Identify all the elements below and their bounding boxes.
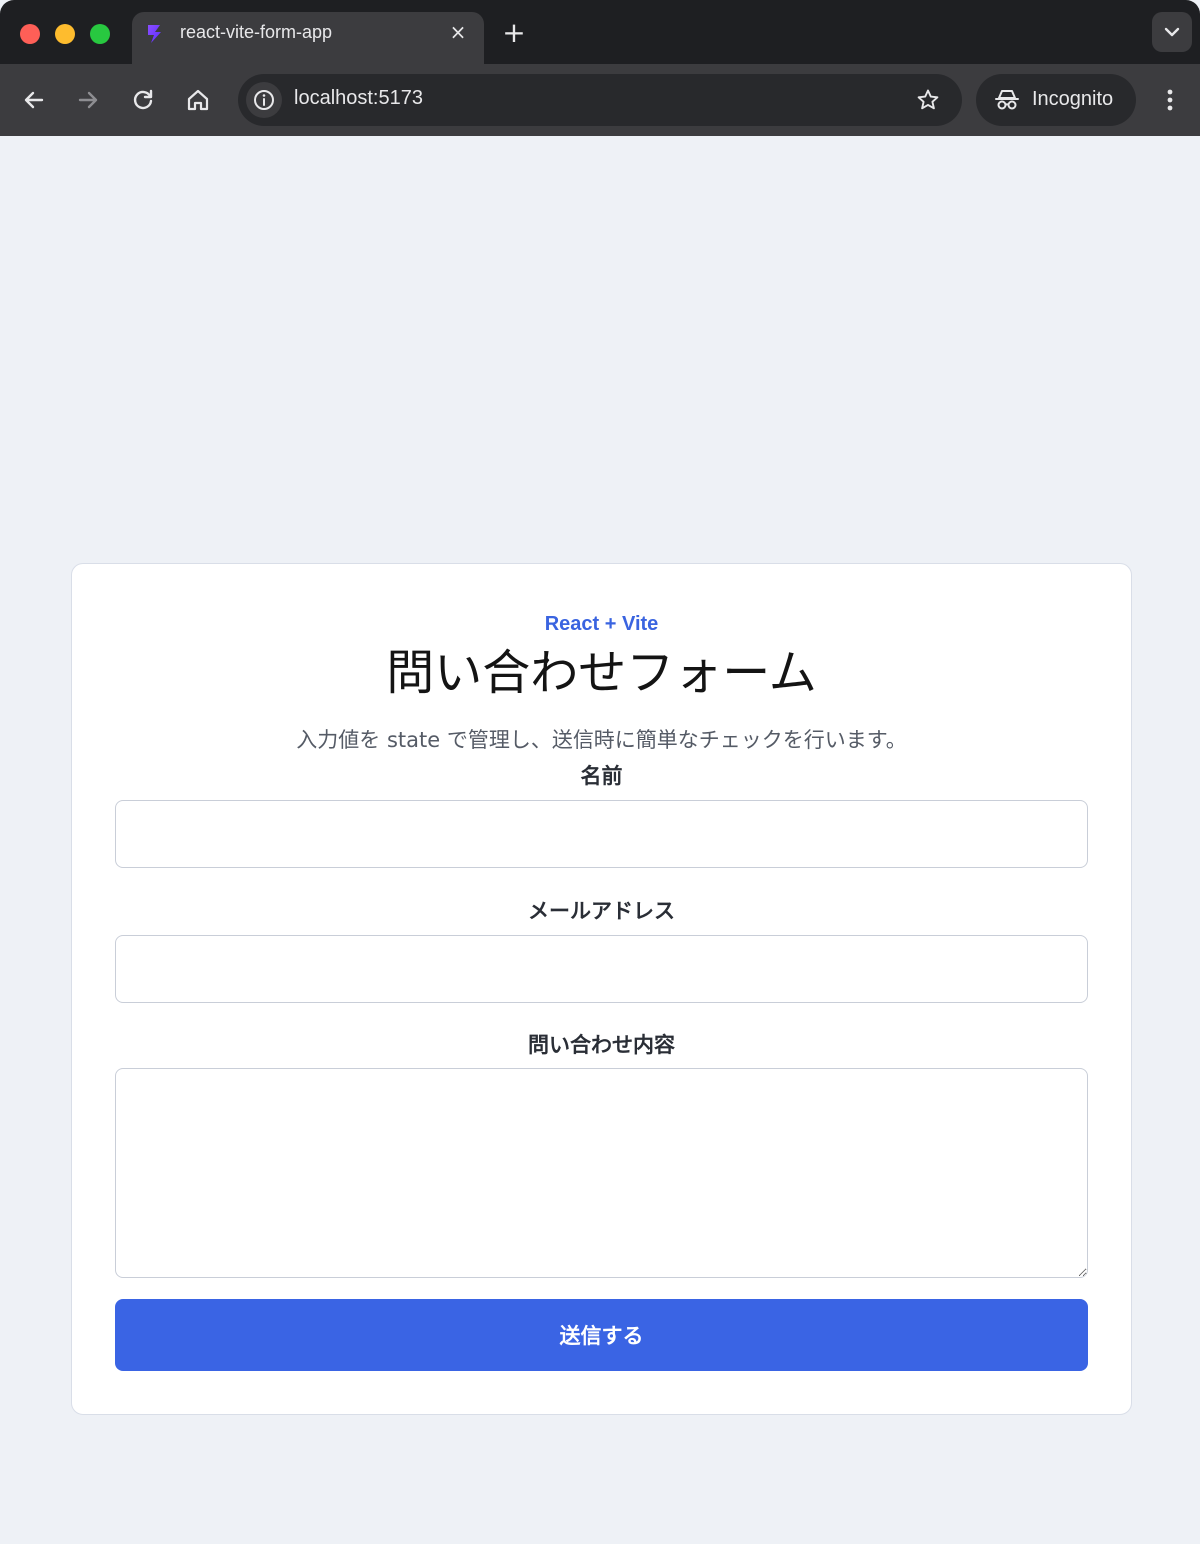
bookmark-star-icon[interactable] <box>916 88 940 112</box>
new-tab-button[interactable]: + <box>500 19 528 48</box>
contact-form-card: React + Vite 問い合わせフォーム 入力値を state で管理し、送… <box>71 563 1132 1415</box>
more-menu-icon[interactable] <box>1158 86 1182 114</box>
incognito-label: Incognito <box>1032 88 1114 110</box>
reload-icon[interactable] <box>129 86 157 114</box>
address-bar[interactable]: localhost:5173 <box>238 74 962 126</box>
forward-arrow-icon[interactable] <box>74 86 102 114</box>
info-icon <box>254 90 274 110</box>
browser-toolbar: localhost:5173 Incognito <box>0 64 1200 136</box>
eyebrow-label: React + Vite <box>544 613 659 635</box>
incognito-icon <box>995 90 1019 110</box>
tab-search-button[interactable] <box>1152 12 1192 52</box>
tab-strip: react-vite-form-app × + <box>0 0 1200 64</box>
name-input[interactable] <box>115 800 1088 868</box>
email-label: メールアドレス <box>528 899 675 923</box>
site-info-button[interactable] <box>246 82 282 118</box>
tab-title: react-vite-form-app <box>180 22 333 42</box>
vite-logo-icon <box>148 25 161 43</box>
minimize-window-button[interactable] <box>55 24 75 44</box>
name-label: 名前 <box>580 764 623 788</box>
browser-window: react-vite-form-app × + localhost:5173 I… <box>0 0 1200 1544</box>
tab-close-icon[interactable]: × <box>448 22 468 42</box>
close-window-button[interactable] <box>20 24 40 44</box>
form-description: 入力値を state で管理し、送信時に簡単なチェックを行います。 <box>296 728 907 752</box>
message-label: 問い合わせ内容 <box>528 1033 675 1057</box>
page-title: 問い合わせフォーム <box>386 645 817 701</box>
maximize-window-button[interactable] <box>90 24 110 44</box>
email-input[interactable] <box>115 935 1088 1003</box>
chevron-down-icon <box>1164 27 1180 37</box>
browser-tab[interactable]: react-vite-form-app × <box>132 12 484 64</box>
url-text[interactable]: localhost:5173 <box>294 87 423 110</box>
home-icon[interactable] <box>184 86 212 114</box>
submit-button[interactable]: 送信する <box>115 1299 1088 1371</box>
incognito-indicator[interactable]: Incognito <box>976 74 1136 126</box>
back-arrow-icon[interactable] <box>20 86 48 114</box>
message-textarea[interactable] <box>115 1068 1088 1278</box>
